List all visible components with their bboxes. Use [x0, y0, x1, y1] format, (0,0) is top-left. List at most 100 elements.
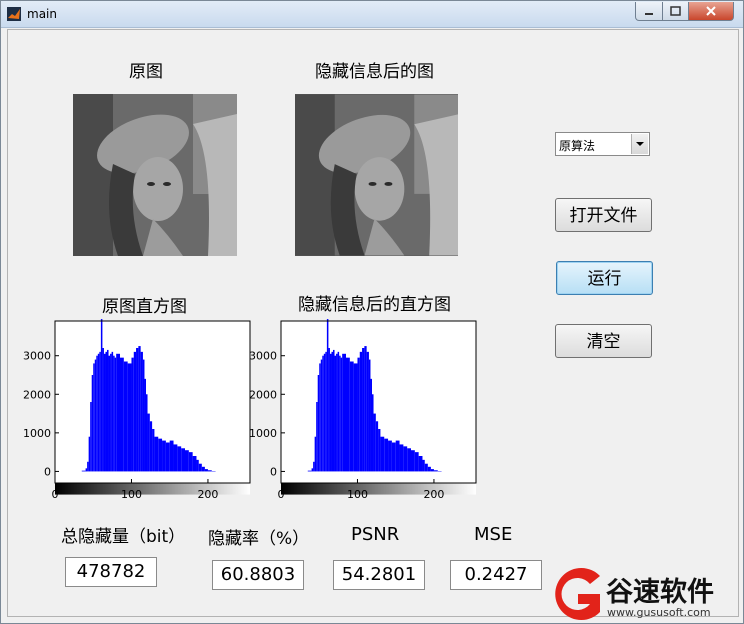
histogram-bar [375, 421, 379, 472]
histogram-bar [204, 469, 208, 472]
main-window: main 原图 隐藏信息后的图 原图直方图 隐藏信息后的直方图 0 1000 2… [0, 0, 744, 624]
y-tick-label: 1000 [23, 427, 51, 440]
histogram-bar [314, 436, 317, 472]
histogram-bar [87, 461, 89, 472]
open-file-button[interactable]: 打开文件 [555, 198, 652, 232]
histogram-bar [116, 353, 120, 472]
algorithm-select[interactable]: 原算法 [555, 132, 650, 156]
histogram-bar [364, 346, 367, 472]
histogram-bar [88, 436, 91, 472]
histogram-bar [144, 378, 146, 472]
x-tick-label: 200 [423, 488, 444, 501]
histogram-bar [366, 351, 369, 472]
histogram-bar [154, 436, 159, 472]
x-tick-label: 0 [278, 488, 285, 501]
maximize-button[interactable] [662, 2, 689, 21]
lena-stego-image [295, 94, 458, 256]
capacity-value: 478782 [65, 557, 157, 587]
histogram-bar [85, 468, 88, 472]
histogram-bar [136, 348, 139, 472]
histogram-bar [152, 429, 155, 472]
x-tick-label: 200 [197, 488, 218, 501]
title-bar[interactable]: main [1, 1, 743, 28]
histogram-bar [334, 355, 337, 472]
close-button[interactable] [688, 2, 734, 21]
histogram-bar [149, 421, 153, 472]
histogram-bar [384, 438, 389, 472]
histogram-bar [399, 444, 404, 472]
stego-image [295, 94, 458, 256]
x-tick-label: 0 [52, 488, 59, 501]
histogram-bar [322, 355, 324, 472]
histogram-bar [418, 456, 423, 472]
histogram-bar [196, 459, 199, 472]
histogram-bar [94, 359, 97, 472]
histogram-bar [380, 436, 385, 472]
stego-hist-title: 隐藏信息后的直方图 [298, 295, 451, 315]
histogram-bar [427, 466, 431, 472]
minimize-button[interactable] [635, 2, 663, 21]
histogram-bar [107, 349, 109, 472]
histogram-bar [138, 346, 141, 472]
histogram-bar [362, 348, 365, 472]
histogram-bar [93, 363, 95, 472]
histogram-bar [185, 450, 189, 472]
histogram-bar [188, 452, 193, 472]
algorithm-select-value: 原算法 [559, 139, 596, 153]
histogram-bar [113, 355, 115, 472]
chevron-down-icon[interactable] [631, 134, 648, 154]
histogram-bar [329, 353, 332, 472]
histogram-bar [198, 463, 202, 472]
rate-value: 60.8803 [212, 560, 304, 590]
histogram-bar [331, 351, 333, 472]
watermark-name: 谷速软件 [606, 577, 714, 608]
histogram-bar [105, 351, 107, 472]
stego-image-title: 隐藏信息后的图 [315, 62, 434, 82]
histogram-bar [430, 469, 434, 472]
histogram-bar [317, 375, 320, 472]
histogram-bar [357, 357, 360, 472]
histogram-bar [433, 470, 438, 472]
histogram-bar [370, 378, 372, 472]
histogram-bar [110, 353, 112, 472]
histogram-bar [313, 461, 315, 472]
histogram-bar [342, 353, 346, 472]
histogram-bar [395, 440, 400, 472]
histogram-bar [142, 359, 145, 472]
stego-histogram: 0 1000 2000 3000 0 100 200 [249, 319, 477, 501]
lena-image [73, 94, 237, 256]
histogram-bar [102, 348, 104, 472]
histogram-bar [114, 357, 117, 472]
histogram-bar [165, 442, 170, 472]
histogram-bar [133, 351, 137, 472]
histogram-bar [424, 463, 428, 472]
histogram-bar [103, 353, 106, 472]
histogram-bar [333, 349, 335, 472]
histogram-bar [340, 357, 343, 472]
histogram-bar [147, 413, 150, 472]
y-tick-label: 0 [270, 465, 277, 478]
histogram-bar [111, 351, 114, 472]
run-button[interactable]: 运行 [556, 261, 653, 295]
watermark-logo: 谷速软件 www.gususoft.com [544, 564, 743, 623]
histogram-bar [391, 442, 396, 472]
psnr-label: PSNR [351, 524, 400, 545]
histogram-bar [346, 357, 350, 472]
y-tick-label: 1000 [249, 427, 277, 440]
histogram-bar [99, 351, 101, 472]
histogram-bar [316, 402, 318, 472]
original-histogram: 0 1000 2000 3000 0 100 200 [23, 319, 251, 501]
logo-icon [555, 568, 600, 620]
histogram-bar [90, 402, 92, 472]
histogram-bar [422, 459, 425, 472]
histogram-bar [123, 361, 128, 472]
x-tick-label: 100 [121, 488, 142, 501]
histogram-bar [162, 440, 166, 472]
y-tick-label: 2000 [249, 388, 277, 401]
watermark-url: www.gususoft.com [607, 606, 711, 619]
y-tick-label: 0 [44, 465, 51, 478]
histogram-bar [120, 357, 124, 472]
clear-button[interactable]: 清空 [555, 324, 652, 358]
original-image-title: 原图 [129, 62, 163, 82]
histogram-bar [201, 466, 205, 472]
